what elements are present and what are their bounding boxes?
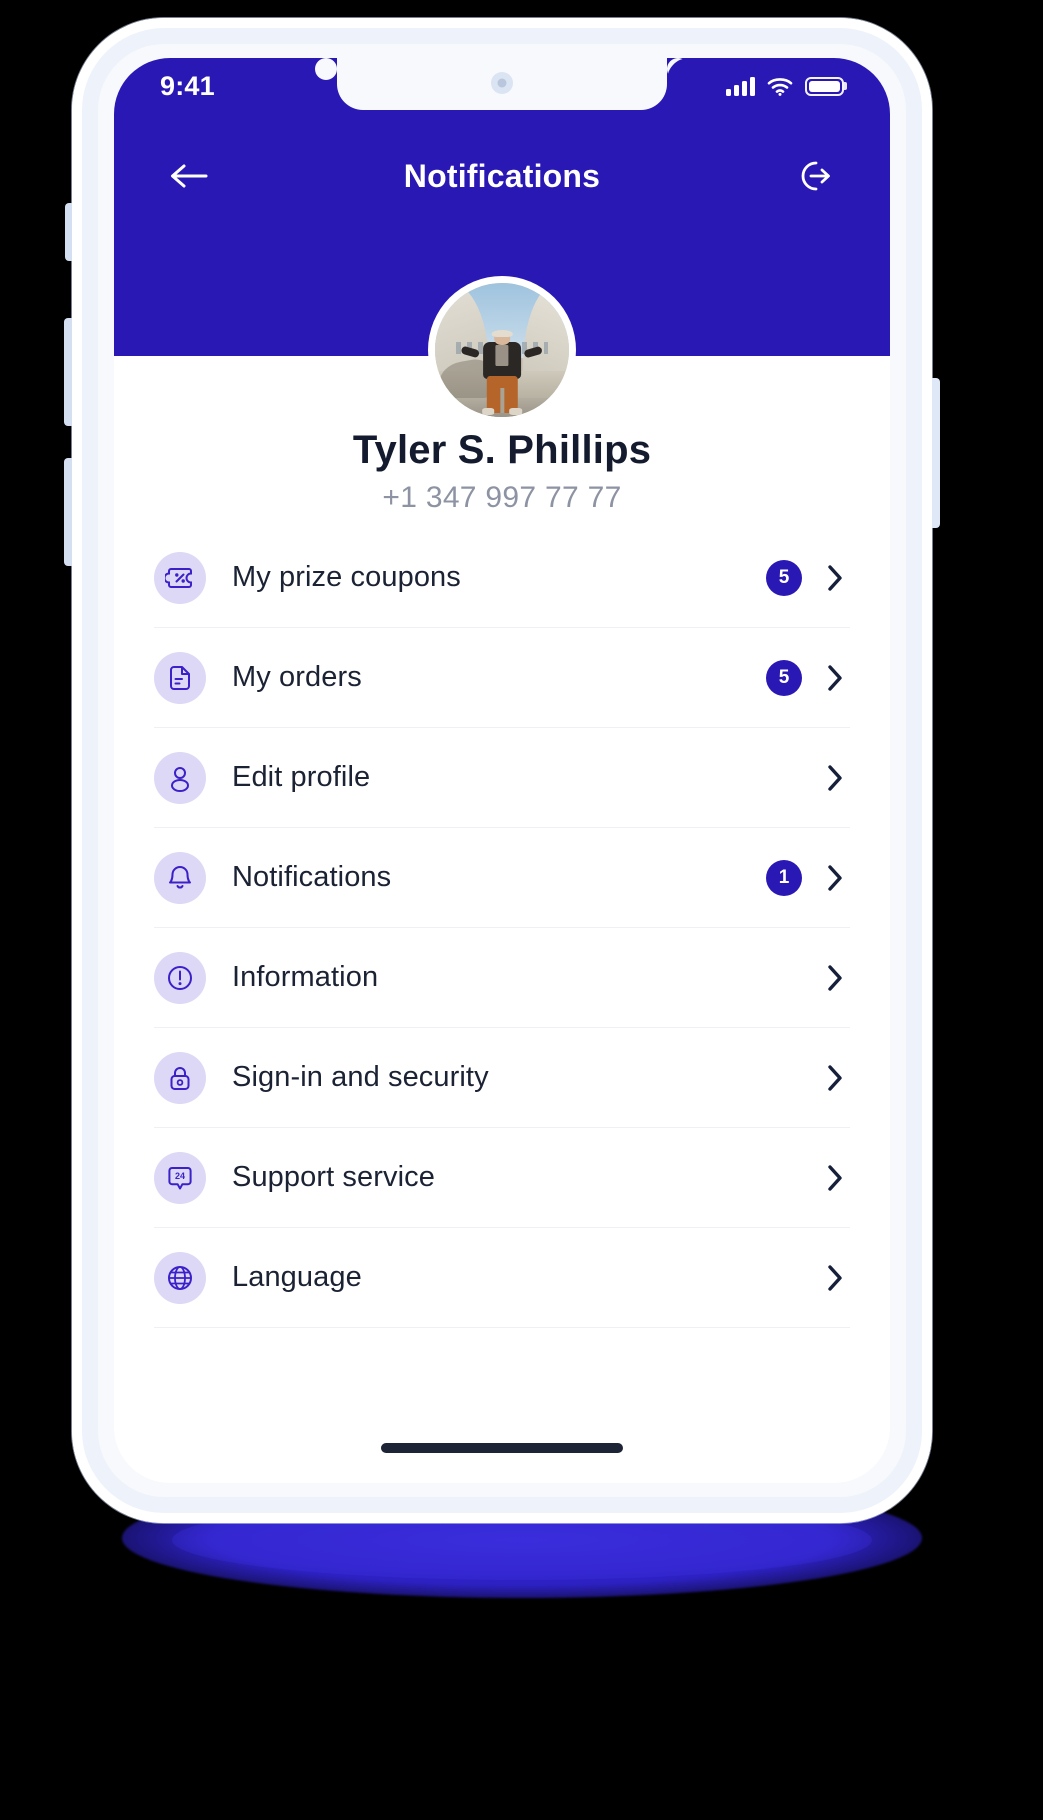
profile-phone: +1 347 997 77 77 [382, 481, 622, 514]
battery-icon [805, 76, 844, 96]
chevron-right-icon [820, 563, 850, 593]
menu-item-label: Edit profile [232, 761, 371, 793]
profile-name: Tyler S. Phillips [352, 428, 652, 472]
chevron-right-icon [820, 763, 850, 793]
menu-list: My prize coupons 5 My orders 5 Edit prof… [114, 528, 890, 1328]
menu-item-language[interactable]: Language [154, 1228, 850, 1328]
status-bar: 9:41 [114, 58, 890, 110]
page-title: Notifications [403, 157, 601, 194]
wifi-icon [767, 78, 793, 96]
coupon-percent-icon [154, 551, 206, 604]
volume-up-button[interactable] [64, 318, 74, 426]
menu-item-label: Notifications [232, 861, 392, 893]
silence-switch[interactable] [65, 203, 74, 261]
cellular-signal-icon [726, 76, 755, 96]
phone-device-frame: 9:41 Notifications Tyler S. Phillips +1 … [64, 18, 940, 1523]
page-root: 9:41 Notifications Tyler S. Phillips +1 … [0, 0, 1043, 1820]
menu-item-notifications[interactable]: Notifications 1 [154, 828, 850, 928]
profile-info: Tyler S. Phillips +1 347 997 77 77 [114, 428, 890, 515]
menu-item-label: Sign-in and security [232, 1061, 489, 1093]
logout-button[interactable] [788, 149, 842, 203]
chevron-right-icon [820, 863, 850, 893]
chevron-right-icon [820, 1063, 850, 1093]
avatar[interactable] [428, 276, 576, 424]
menu-item-support-service[interactable]: 24 Support service [154, 1128, 850, 1228]
status-icons [726, 76, 844, 96]
menu-item-label: My prize coupons [232, 561, 461, 593]
menu-item-label: Information [232, 961, 379, 993]
menu-item-my-orders[interactable]: My orders 5 [154, 628, 850, 728]
bell-icon [154, 851, 206, 904]
document-icon [154, 651, 206, 704]
menu-item-label: My orders [232, 661, 362, 693]
chevron-right-icon [820, 1263, 850, 1293]
menu-item-sign-in-and-security[interactable]: Sign-in and security [154, 1028, 850, 1128]
volume-down-button[interactable] [64, 458, 74, 566]
globe-icon [154, 1251, 206, 1304]
menu-item-badge: 1 [766, 859, 802, 896]
arrow-left-icon [171, 164, 208, 188]
menu-item-my-prize-coupons[interactable]: My prize coupons 5 [154, 528, 850, 628]
user-icon [154, 751, 206, 804]
menu-item-badge: 5 [766, 559, 802, 596]
avatar-photo [435, 283, 569, 417]
support-24-icon: 24 [154, 1151, 206, 1204]
back-button[interactable] [162, 149, 216, 203]
menu-item-edit-profile[interactable]: Edit profile [154, 728, 850, 828]
menu-item-badge: 5 [766, 659, 802, 696]
status-time: 9:41 [160, 70, 215, 101]
chevron-right-icon [820, 663, 850, 693]
navigation-bar: Notifications [114, 136, 890, 216]
menu-item-label: Support service [232, 1161, 435, 1193]
info-exclamation-icon [154, 951, 206, 1004]
chevron-right-icon [820, 963, 850, 993]
menu-item-label: Language [232, 1261, 362, 1293]
chevron-right-icon [820, 1163, 850, 1193]
menu-item-information[interactable]: Information [154, 928, 850, 1028]
phone-screen: 9:41 Notifications Tyler S. Phillips +1 … [114, 58, 890, 1483]
home-indicator-bar[interactable] [381, 1443, 623, 1453]
lock-icon [154, 1051, 206, 1104]
logout-icon [801, 161, 830, 191]
svg-text:24: 24 [175, 1171, 185, 1181]
power-button[interactable] [930, 378, 940, 528]
